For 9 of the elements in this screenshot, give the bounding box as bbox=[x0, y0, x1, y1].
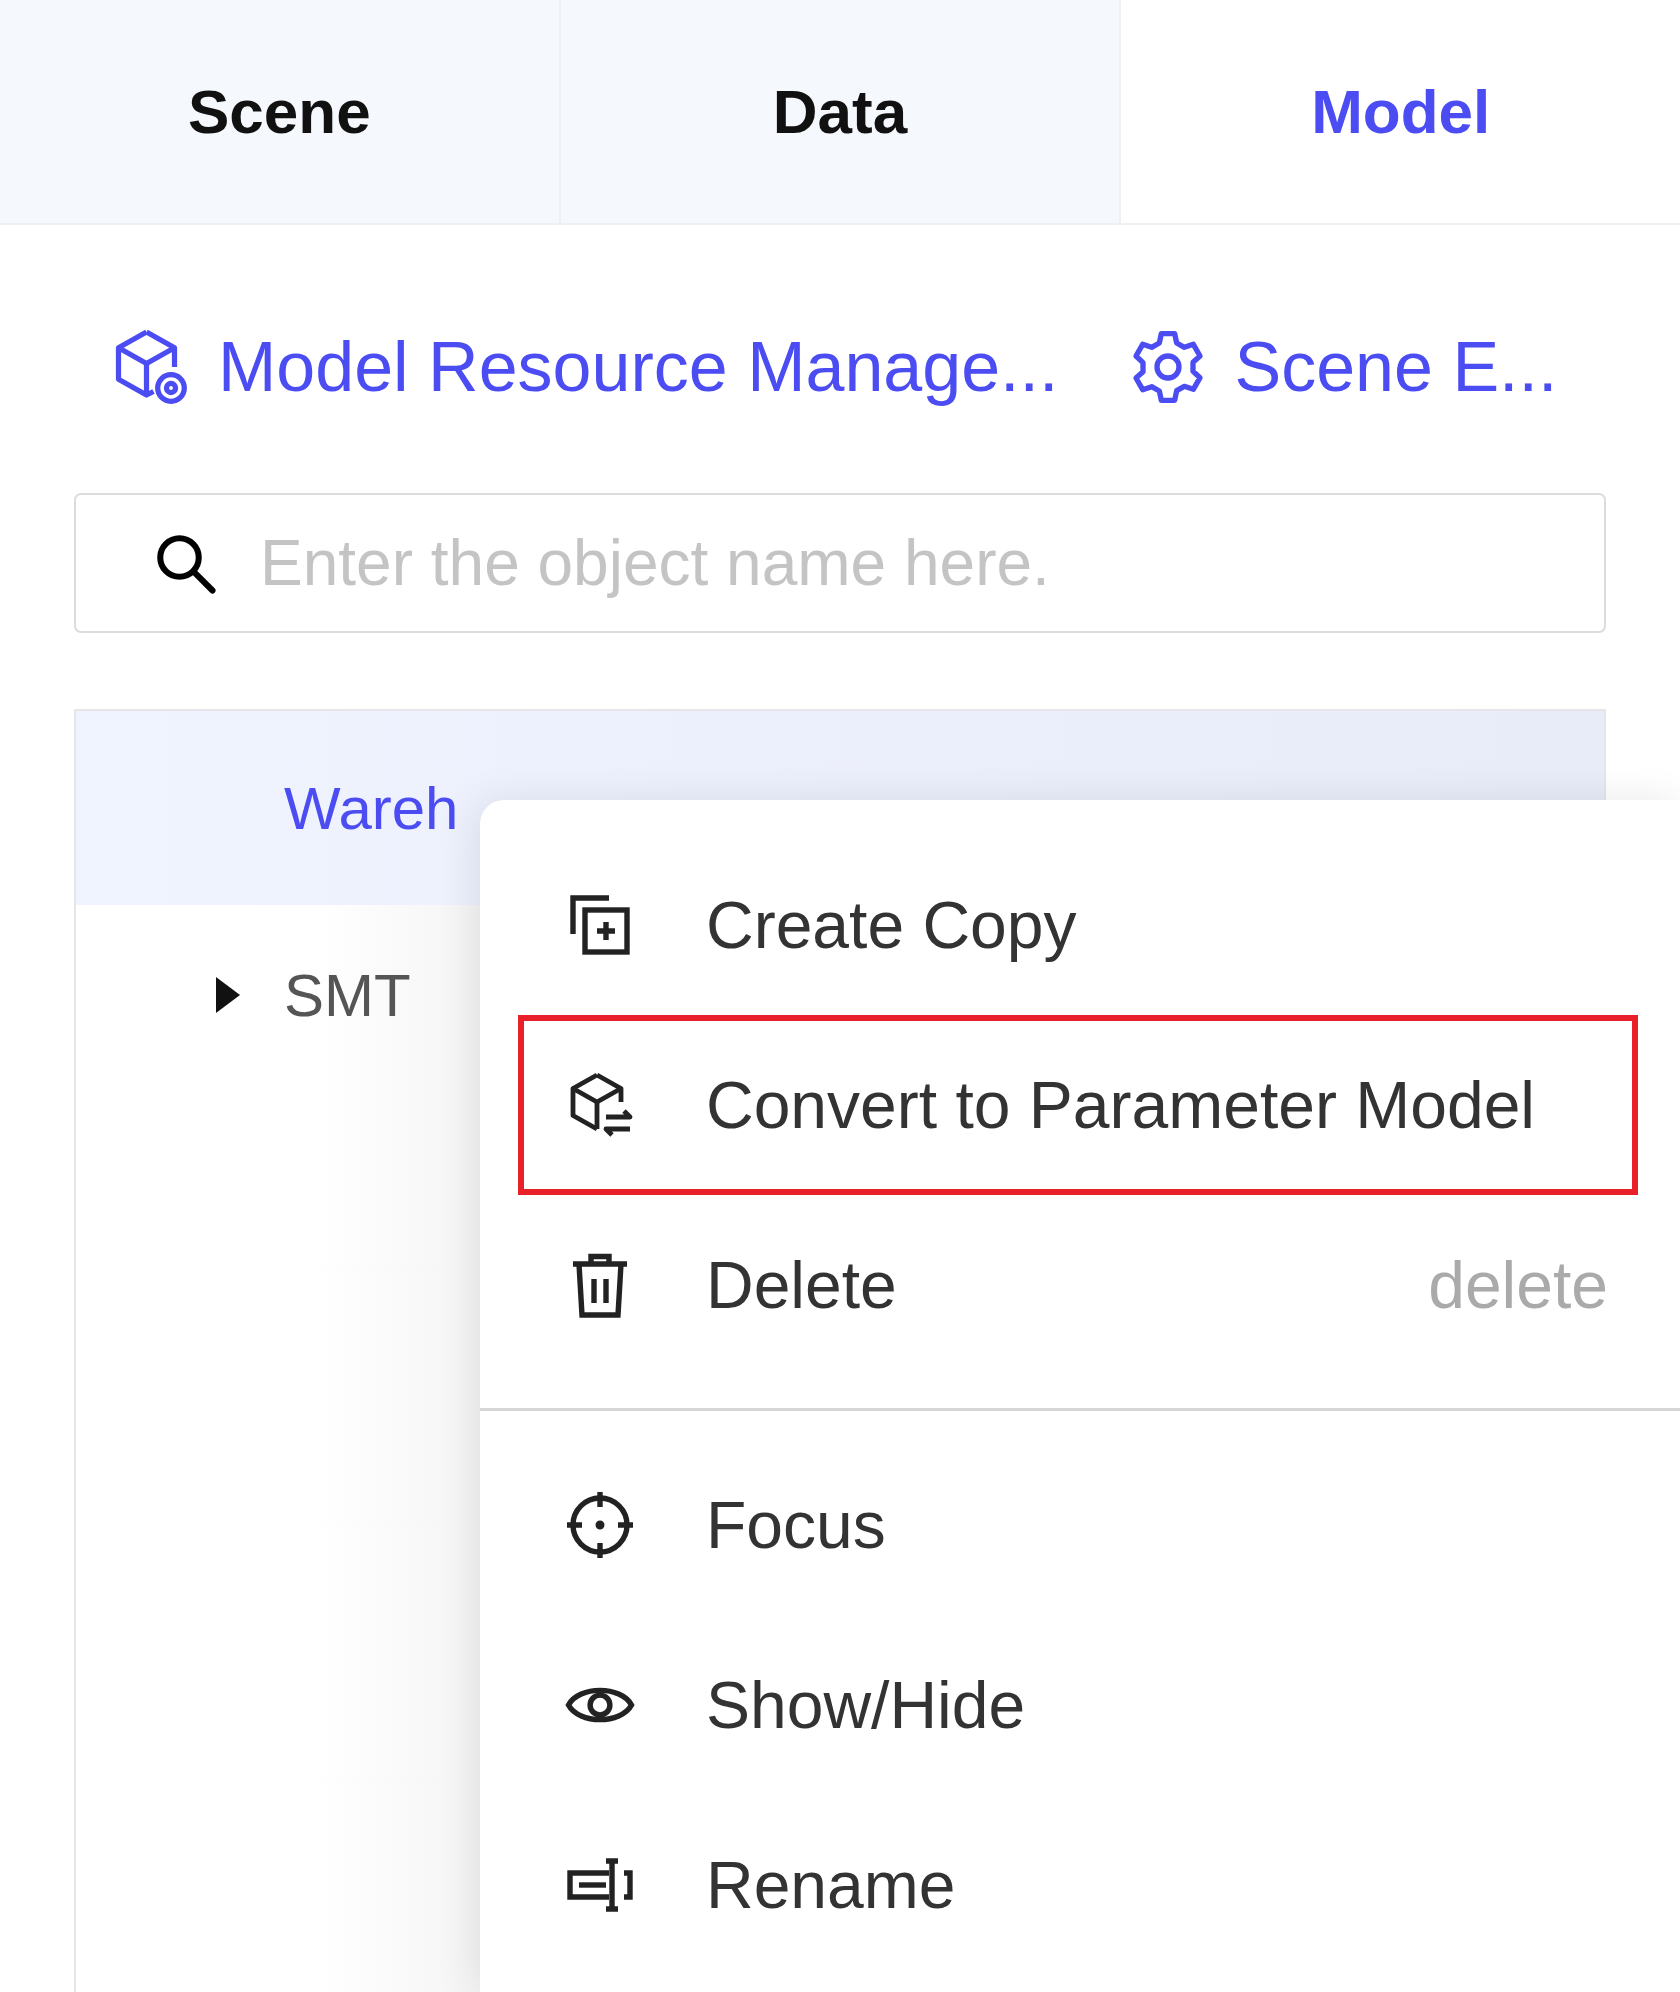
menu-item-label: Delete bbox=[706, 1247, 897, 1323]
menu-item-label: Create Copy bbox=[706, 887, 1077, 963]
shortcut-hint: delete bbox=[1428, 1247, 1608, 1323]
menu-item-label: Convert to Parameter Model bbox=[706, 1067, 1536, 1143]
menu-item-label: Show/Hide bbox=[706, 1667, 1026, 1743]
tree-item-label: SMT bbox=[284, 960, 411, 1030]
tree-item-label: Wareh bbox=[284, 773, 459, 843]
menu-item-label: Rename bbox=[706, 1847, 956, 1923]
menu-item-label: Focus bbox=[706, 1487, 886, 1563]
